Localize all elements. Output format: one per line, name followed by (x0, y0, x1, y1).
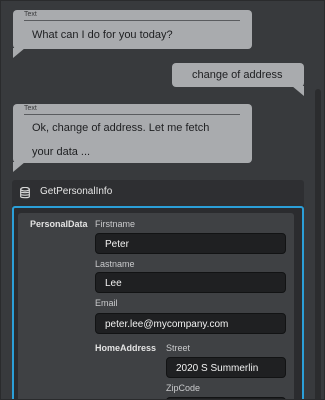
bot-message-text: Ok, change of address. Let me fetch (32, 122, 210, 134)
email-label: Email (95, 298, 118, 308)
zipcode-label: ZipCode (166, 383, 201, 393)
bot-message-text: your data ... (32, 146, 91, 158)
email-field[interactable]: peter.lee@mycompany.com (95, 313, 286, 334)
bubble-tail (13, 48, 25, 58)
lastname-label: Lastname (95, 259, 135, 269)
scrollbar[interactable] (315, 89, 321, 399)
bot-message-bubble: Text What can I do for you today? (13, 10, 252, 49)
chat-window: Text What can I do for you today? change… (0, 0, 325, 400)
bot-message-bubble: Text Ok, change of address. Let me fetch… (13, 104, 252, 163)
tool-header[interactable]: GetPersonalInfo (12, 180, 304, 204)
street-label: Street (166, 343, 191, 353)
bot-message-text: What can I do for you today? (32, 29, 173, 41)
personal-data-label: PersonalData (30, 219, 88, 229)
user-message-bubble: change of address (172, 63, 304, 87)
database-icon (20, 186, 30, 204)
firstname-field[interactable]: Peter (95, 233, 286, 254)
caption-divider (24, 20, 240, 21)
bubble-caption: Text (24, 105, 37, 112)
lastname-field[interactable]: Lee (95, 272, 286, 293)
street-field[interactable]: 2020 S Summerlin (166, 357, 286, 378)
user-message-text: change of address (192, 69, 283, 81)
bubble-caption: Text (24, 11, 37, 18)
tool-name: GetPersonalInfo (40, 186, 113, 197)
caption-divider (24, 114, 240, 115)
bubble-tail (13, 162, 25, 172)
firstname-label: Firstname (95, 219, 136, 229)
bubble-tail (292, 86, 304, 96)
home-address-label: HomeAddress (95, 343, 157, 353)
